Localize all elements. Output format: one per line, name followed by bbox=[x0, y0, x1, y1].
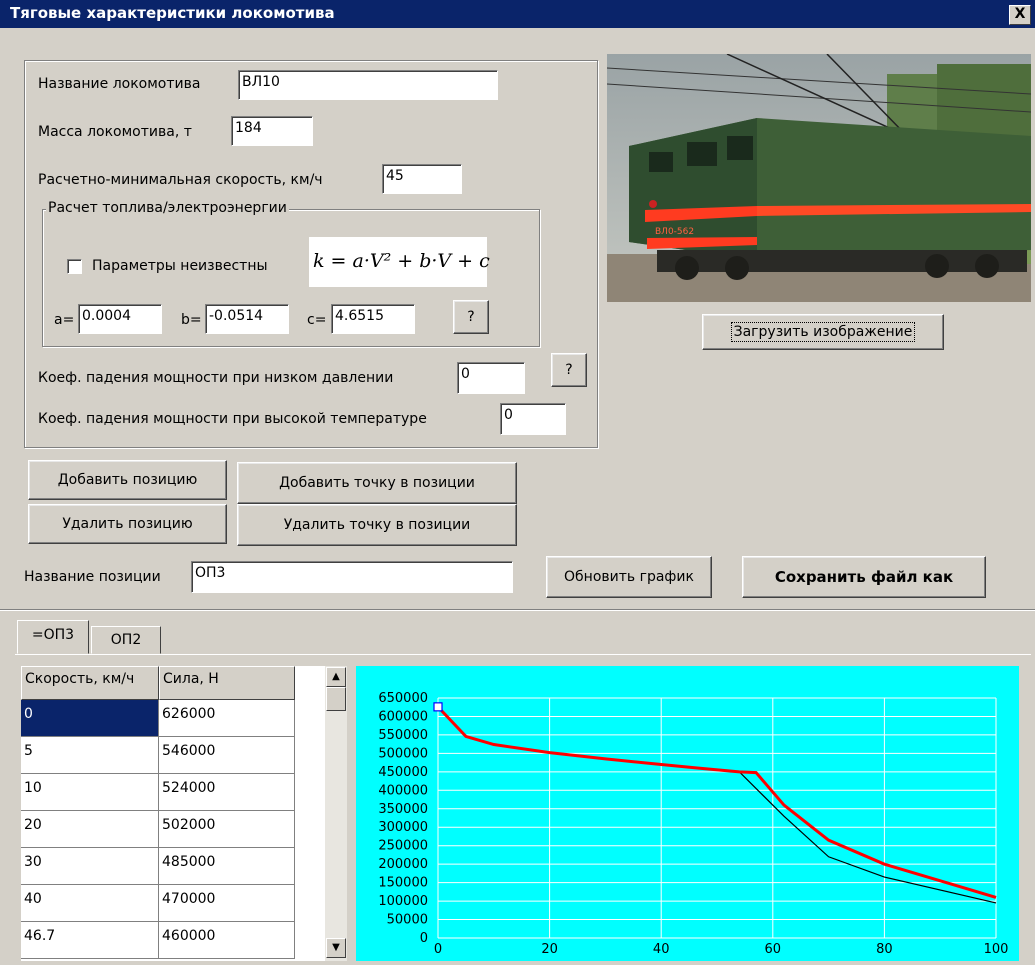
close-button[interactable]: X bbox=[1009, 5, 1031, 25]
unknown-params-label: Параметры неизвестны bbox=[92, 258, 268, 274]
column-header-force[interactable]: Сила, Н bbox=[159, 666, 295, 700]
low-pressure-label: Коеф. падения мощности при низком давлен… bbox=[38, 370, 393, 386]
table-cell[interactable]: 30 bbox=[21, 848, 159, 885]
locomotive-number: ВЛ0-562 bbox=[655, 227, 694, 237]
table-cell[interactable]: 524000 bbox=[159, 774, 295, 811]
table-scrollbar[interactable]: ▲ ▼ bbox=[325, 666, 347, 961]
divider bbox=[0, 609, 1035, 611]
y-tick-label: 350000 bbox=[378, 802, 428, 817]
x-tick-label: 0 bbox=[434, 942, 442, 957]
table-cell[interactable]: 0 bbox=[21, 700, 159, 737]
traction-chart-svg: 0 50000 100000 150000 200000 250000 300000 3500… bbox=[356, 666, 1019, 961]
scroll-down-button[interactable]: ▼ bbox=[326, 938, 346, 958]
table-cell[interactable]: 5 bbox=[21, 737, 159, 774]
unknown-params-checkbox[interactable] bbox=[67, 259, 82, 274]
fuel-group-title: Расчет топлива/электроэнергии bbox=[46, 200, 289, 216]
traction-chart: 0 50000 100000 150000 200000 250000 300000 3500… bbox=[356, 666, 1019, 961]
scroll-up-button[interactable]: ▲ bbox=[326, 667, 346, 687]
y-tick-label: 600000 bbox=[378, 709, 428, 724]
delete-point-button[interactable]: Удалить точку в позиции bbox=[237, 504, 517, 546]
a-label: a= bbox=[54, 312, 74, 328]
formula-text: k = a·V² + b·V + c bbox=[313, 250, 490, 272]
b-label: b= bbox=[181, 312, 202, 328]
low-pressure-input[interactable]: 0 bbox=[457, 362, 525, 394]
a-input[interactable]: 0.0004 bbox=[78, 304, 162, 334]
y-tick-label: 150000 bbox=[378, 876, 428, 891]
name-label: Название локомотива bbox=[38, 76, 200, 92]
locomotive-name-input[interactable]: ВЛ10 bbox=[238, 70, 498, 100]
y-tick-label: 500000 bbox=[378, 746, 428, 761]
y-tick-label: 650000 bbox=[378, 691, 428, 706]
y-tick-label: 550000 bbox=[378, 728, 428, 743]
b-input[interactable]: -0.0514 bbox=[205, 304, 289, 334]
formula-image: k = a·V² + b·V + c bbox=[309, 237, 487, 287]
position-name-label: Название позиции bbox=[24, 569, 161, 585]
add-position-button[interactable]: Добавить позицию bbox=[28, 460, 227, 500]
save-file-as-button[interactable]: Сохранить файл как bbox=[742, 556, 986, 598]
mass-input[interactable]: 184 bbox=[231, 116, 313, 146]
y-tick-label: 400000 bbox=[378, 783, 428, 798]
series-line bbox=[438, 707, 996, 898]
column-header-speed[interactable]: Скорость, км/ч bbox=[21, 666, 159, 700]
table-cell[interactable]: 460000 bbox=[159, 922, 295, 959]
locomotive-photo: ВЛ0-562 bbox=[607, 54, 1031, 302]
y-tick-label: 0 bbox=[420, 931, 428, 946]
y-tick-label: 200000 bbox=[378, 857, 428, 872]
add-point-button[interactable]: Добавить точку в позиции bbox=[237, 462, 517, 504]
y-tick-label: 100000 bbox=[378, 894, 428, 909]
mass-label: Масса локомотива, т bbox=[38, 124, 192, 140]
table-cell[interactable]: 46.7 bbox=[21, 922, 159, 959]
y-tick-label: 250000 bbox=[378, 839, 428, 854]
x-tick-label: 20 bbox=[541, 942, 558, 957]
position-name-input[interactable]: ОП3 bbox=[191, 561, 513, 593]
table-cell[interactable]: 626000 bbox=[159, 700, 295, 737]
x-tick-label: 60 bbox=[765, 942, 782, 957]
table-cell[interactable]: 20 bbox=[21, 811, 159, 848]
tab-op2[interactable]: ОП2 bbox=[91, 626, 161, 654]
c-input[interactable]: 4.6515 bbox=[331, 304, 415, 334]
selected-point-marker bbox=[434, 703, 442, 711]
power-help-button[interactable]: ? bbox=[551, 353, 587, 387]
delete-position-button[interactable]: Удалить позицию bbox=[28, 504, 227, 544]
y-tick-label: 50000 bbox=[387, 913, 428, 928]
x-tick-label: 40 bbox=[653, 942, 670, 957]
table-cell[interactable]: 10 bbox=[21, 774, 159, 811]
min-speed-input[interactable]: 45 bbox=[382, 164, 462, 194]
refresh-chart-button[interactable]: Обновить график bbox=[546, 556, 712, 598]
table-cell[interactable]: 502000 bbox=[159, 811, 295, 848]
formula-help-button[interactable]: ? bbox=[453, 300, 489, 334]
scroll-thumb[interactable] bbox=[326, 687, 346, 711]
help-label-2: ? bbox=[565, 362, 572, 378]
table-cell[interactable]: 470000 bbox=[159, 885, 295, 922]
help-label: ? bbox=[467, 309, 474, 325]
speed-label: Расчетно-минимальная скорость, км/ч bbox=[38, 172, 323, 188]
window-title: Тяговые характеристики локомотива bbox=[10, 4, 335, 22]
c-label: c= bbox=[307, 312, 326, 328]
high-temp-label: Коеф. падения мощности при высокой темпе… bbox=[38, 411, 427, 427]
table-cell[interactable]: 40 bbox=[21, 885, 159, 922]
speed-force-table[interactable]: Скорость, км/ч Сила, Н 0 626000 5 546000… bbox=[21, 666, 325, 961]
table-cell[interactable]: 485000 bbox=[159, 848, 295, 885]
y-tick-label: 450000 bbox=[378, 765, 428, 780]
x-tick-label: 80 bbox=[876, 942, 893, 957]
x-tick-label: 100 bbox=[984, 942, 1009, 957]
y-tick-label: 300000 bbox=[378, 820, 428, 835]
title-bar: Тяговые характеристики локомотива X bbox=[0, 0, 1035, 28]
load-image-button[interactable]: Загрузить изображение bbox=[702, 314, 944, 350]
tab-op3[interactable]: =ОП3 bbox=[17, 620, 89, 654]
table-cell[interactable]: 546000 bbox=[159, 737, 295, 774]
high-temp-input[interactable]: 0 bbox=[500, 403, 566, 435]
